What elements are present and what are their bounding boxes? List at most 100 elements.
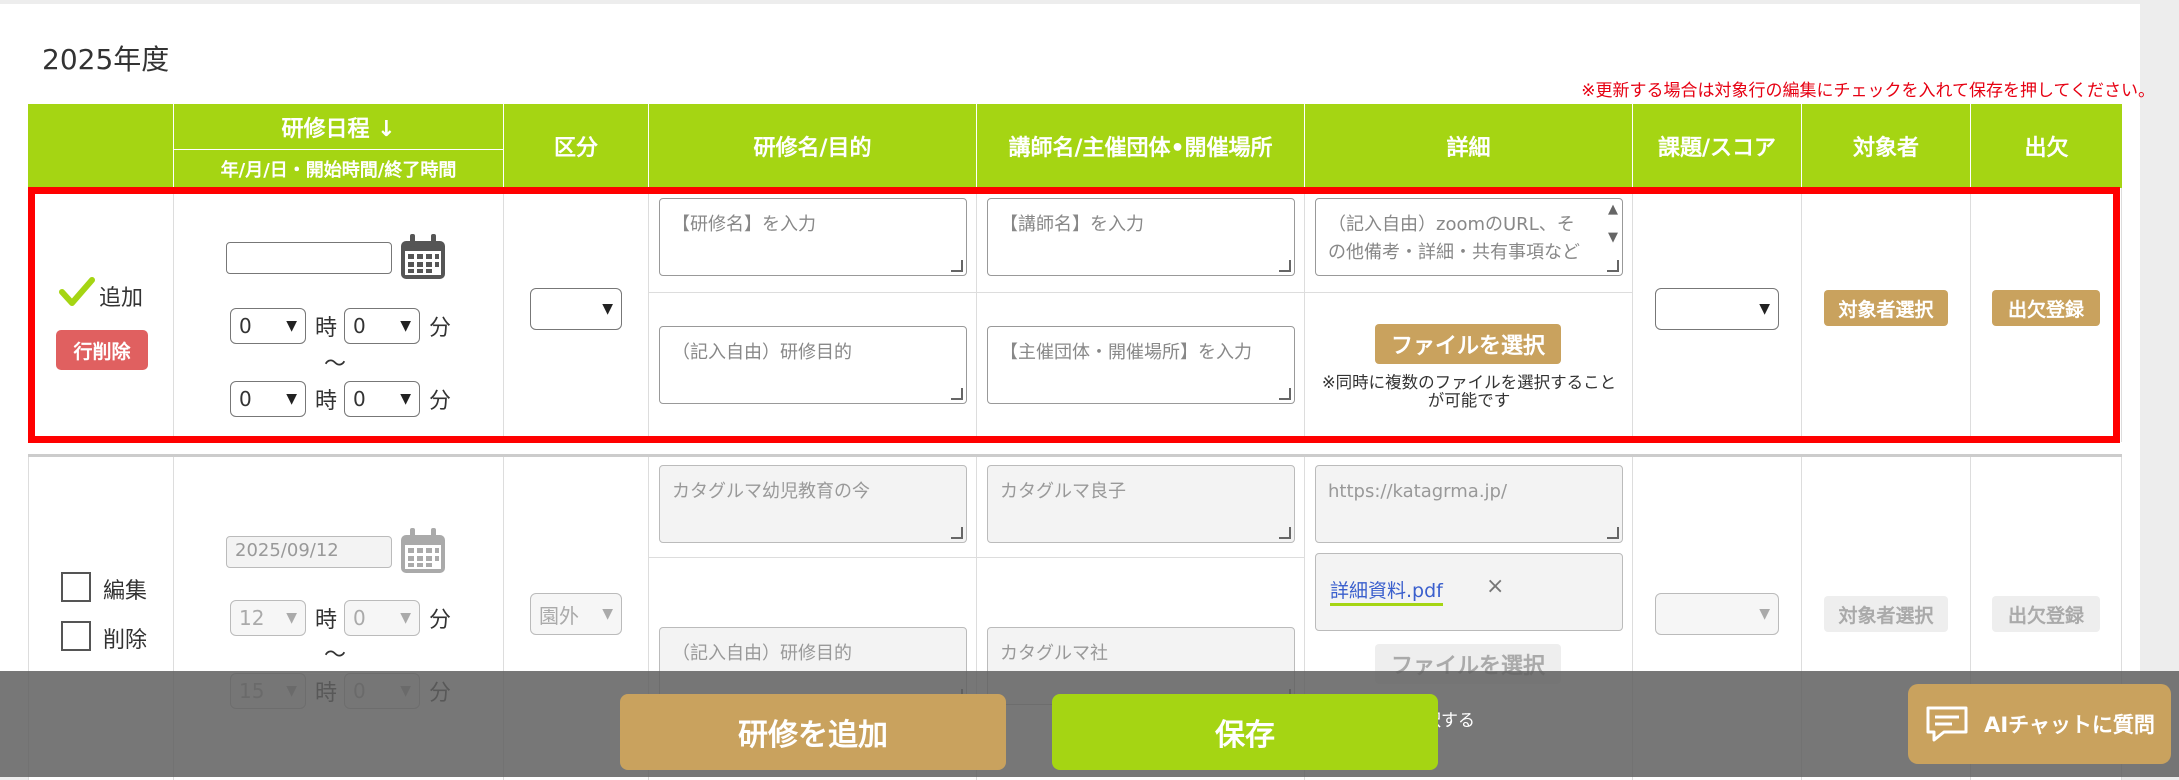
lecturer-input-disabled[interactable]: カタグルマ良子 [987, 465, 1295, 543]
table-header: 研修日程 ↓ 年/月/日・開始時間/終了時間 区分 研修名/目的 講師名/主催団… [28, 104, 2122, 188]
tilde: 〜 [324, 643, 347, 668]
training-name-placeholder: 【研修名】を入力 [672, 214, 816, 235]
attendance-register-button-disabled[interactable]: 出欠登録 [1992, 596, 2100, 632]
date-input[interactable] [226, 242, 392, 274]
category-select[interactable]: ▼ [530, 288, 622, 330]
delete-label: 削除 [103, 628, 148, 653]
start-hour-value: 0 [239, 314, 252, 338]
target-select-button-disabled[interactable]: 対象者選択 [1824, 596, 1948, 632]
details-url-value: https://katagrma.jp/ [1328, 481, 1508, 502]
organizer-value: カタグルマ社 [1000, 643, 1108, 664]
lecturer-value: カタグルマ良子 [1000, 481, 1126, 502]
start-min-select-disabled[interactable]: 0 ▼ [344, 600, 420, 636]
min-unit: 分 [429, 389, 452, 414]
header-schedule-sub: 年/月/日・開始時間/終了時間 [220, 160, 457, 182]
end-hour-select[interactable]: 0 ▼ [230, 381, 306, 417]
header-schedule-label: 研修日程 ↓ [174, 104, 503, 151]
end-hour-value: 0 [239, 387, 252, 411]
purpose-input[interactable]: （記入自由）研修目的 [659, 326, 967, 404]
organizer-placeholder: 【主催団体・開催場所】を入力 [1000, 342, 1252, 363]
details-input[interactable]: （記入自由）zoomのURL、その他備考・詳細・共有事項など ▲ ▼ [1315, 198, 1623, 276]
start-min-select[interactable]: 0 ▼ [344, 308, 420, 344]
new-row-details-cell: （記入自由）zoomのURL、その他備考・詳細・共有事項など ▲ ▼ ファイルを… [1305, 188, 1633, 442]
organizer-input[interactable]: 【主催団体・開催場所】を入力 [987, 326, 1295, 404]
chevron-down-icon: ▼ [602, 301, 613, 317]
edit-label: 編集 [103, 579, 148, 604]
divider [977, 292, 1305, 293]
remove-attachment-icon[interactable]: × [1486, 574, 1504, 599]
purpose-placeholder: （記入自由）研修目的 [672, 643, 852, 664]
delete-checkbox[interactable] [61, 621, 91, 651]
edit-checkbox[interactable] [61, 572, 91, 602]
min-unit: 分 [429, 608, 452, 633]
new-row-lecturer-cell: 【講師名】を入力 【主催団体・開催場所】を入力 [977, 188, 1305, 442]
purpose-placeholder: （記入自由）研修目的 [672, 342, 852, 363]
start-min-value: 0 [353, 606, 366, 630]
chat-bubble-icon [1926, 706, 1968, 742]
header-schedule[interactable]: 研修日程 ↓ 年/月/日・開始時間/終了時間 [174, 104, 504, 188]
fiscal-year-title: 2025年度 [42, 43, 170, 76]
scroll-up-icon[interactable]: ▲ [1608, 203, 1618, 217]
header-target: 対象者 [1802, 104, 1971, 188]
details-placeholder: （記入自由）zoomのURL、その他備考・詳細・共有事項など [1328, 214, 1580, 263]
start-min-value: 0 [353, 314, 366, 338]
update-notice: ※更新する場合は対象行の編集にチェックを入れて保存を押してください。 [1581, 81, 2155, 101]
checkmark-icon [59, 277, 95, 306]
ai-chat-button[interactable]: AIチャットに質問 [1908, 684, 2171, 764]
delete-row-button[interactable]: 行削除 [56, 330, 148, 370]
lecturer-input[interactable]: 【講師名】を入力 [987, 198, 1295, 276]
end-min-select[interactable]: 0 ▼ [344, 381, 420, 417]
resize-grip-icon[interactable] [1607, 260, 1619, 272]
chevron-down-icon: ▼ [400, 610, 411, 626]
resize-grip-icon[interactable] [1279, 527, 1291, 539]
add-label: 追加 [99, 286, 144, 311]
training-name-input[interactable]: 【研修名】を入力 [659, 198, 967, 276]
header-details: 詳細 [1305, 104, 1633, 188]
chevron-down-icon: ▼ [602, 606, 613, 622]
save-button[interactable]: 保存 [1052, 694, 1438, 770]
calendar-icon[interactable] [398, 526, 448, 576]
score-select[interactable]: ▼ [1655, 288, 1779, 330]
target-select-button[interactable]: 対象者選択 [1824, 290, 1948, 326]
hour-unit: 時 [315, 389, 338, 414]
date-input-disabled[interactable]: 2025/09/12 [226, 536, 392, 568]
chevron-down-icon: ▼ [1759, 301, 1770, 317]
attachment-link[interactable]: 詳細資料.pdf [1330, 576, 1443, 606]
resize-grip-icon[interactable] [1279, 260, 1291, 272]
scroll-down-icon[interactable]: ▼ [1608, 231, 1618, 245]
category-select-disabled[interactable]: 園外 ▼ [530, 593, 622, 635]
new-row-category-cell: ▼ [504, 188, 649, 442]
chevron-down-icon: ▼ [1759, 606, 1770, 622]
score-select-disabled[interactable]: ▼ [1655, 593, 1779, 635]
resize-grip-icon[interactable] [951, 260, 963, 272]
header-task-score: 課題/スコア [1633, 104, 1802, 188]
min-unit: 分 [429, 316, 452, 341]
add-training-button[interactable]: 研修を追加 [620, 694, 1006, 770]
new-row-attendance-cell: 出欠登録 [1971, 188, 2122, 442]
table-row-new: 追加 行削除 0 ▼ 時 0 ▼ 分 〜 0 ▼ 時 0 ▼ 分 ▼ 【研修名】… [28, 188, 2122, 442]
choose-file-button[interactable]: ファイルを選択 [1375, 324, 1561, 364]
new-row-name-cell: 【研修名】を入力 （記入自由）研修目的 [649, 188, 977, 442]
chevron-down-icon: ▼ [286, 391, 297, 407]
header-attendance: 出欠 [2024, 136, 2069, 161]
training-name-input-disabled[interactable]: カタグルマ幼児教育の今 [659, 465, 967, 543]
start-hour-select[interactable]: 0 ▼ [230, 308, 306, 344]
header-category: 区分 [504, 104, 649, 188]
lecturer-placeholder: 【講師名】を入力 [1000, 214, 1144, 235]
chevron-down-icon: ▼ [400, 391, 411, 407]
start-hour-select-disabled[interactable]: 12 ▼ [230, 600, 306, 636]
new-row-schedule-cell: 0 ▼ 時 0 ▼ 分 〜 0 ▼ 時 0 ▼ 分 [174, 188, 504, 442]
resize-grip-icon[interactable] [951, 388, 963, 400]
attachment-box: 詳細資料.pdf × [1315, 553, 1623, 631]
details-input-disabled[interactable]: https://katagrma.jp/ [1315, 465, 1623, 543]
calendar-icon[interactable] [398, 232, 448, 282]
resize-grip-icon[interactable] [1607, 527, 1619, 539]
new-row-score-cell: ▼ [1633, 188, 1802, 442]
resize-grip-icon[interactable] [1279, 388, 1291, 400]
attendance-register-button[interactable]: 出欠登録 [1992, 290, 2100, 326]
chevron-down-icon: ▼ [400, 318, 411, 334]
new-row-target-cell: 対象者選択 [1802, 188, 1971, 442]
hour-unit: 時 [315, 608, 338, 633]
resize-grip-icon[interactable] [951, 527, 963, 539]
tilde: 〜 [324, 352, 347, 377]
